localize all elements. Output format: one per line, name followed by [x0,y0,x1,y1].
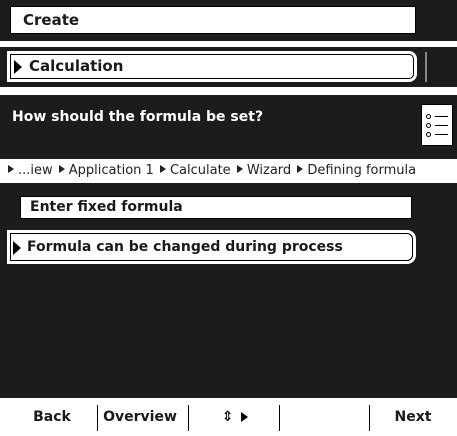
overview-button-label: Overview [103,409,177,425]
right-arrow-icon [241,412,249,422]
softkey-separator [369,405,370,431]
softkey-separator [188,405,189,431]
navigate-button[interactable]: ⇕ [200,398,270,436]
dialog-question: How should the formula be set? [12,109,264,125]
breadcrumb-item: Calculate [169,163,231,178]
breadcrumb-arrow-icon [8,165,14,173]
next-button[interactable]: Next [374,398,452,436]
breadcrumb-arrow-icon [297,165,304,173]
up-down-icon: ⇕ [221,409,234,425]
option-label: Enter fixed formula [30,199,183,215]
list-options-icon[interactable] [421,104,453,146]
breadcrumb: ...iew Application 1 Calculate Wizard De… [0,159,457,183]
option-label: Formula can be changed during process [27,239,343,255]
next-button-label: Next [394,409,432,425]
selection-arrow-icon [14,60,22,74]
menu-side-divider [425,52,457,82]
selection-arrow-icon [13,241,21,255]
softkey-separator [97,405,98,431]
option-formula-changeable[interactable]: Formula can be changed during process [7,230,416,264]
breadcrumb-item: Application 1 [68,163,154,178]
menu-bar-create: Create [0,0,457,41]
breadcrumb-item: Wizard [246,163,292,178]
breadcrumb-arrow-icon [58,165,65,173]
breadcrumb-arrow-icon [159,165,166,173]
overview-button[interactable]: Overview [99,398,181,436]
menu-item-create-label: Create [23,11,80,29]
back-button[interactable]: Back [18,398,86,436]
option-enter-fixed-formula[interactable]: Enter fixed formula [20,196,412,219]
wizard-dialog: How should the formula be set? ...iew Ap… [0,95,457,398]
empty-softkey [281,398,367,436]
breadcrumb-item: Defining formula [307,163,417,178]
menu-bar-calculation: Calculation [0,47,457,87]
menu-item-create[interactable]: Create [10,6,416,34]
back-button-label: Back [33,409,71,425]
softkey-bar: Back Overview ⇕ Next [0,398,457,436]
breadcrumb-arrow-icon [236,165,243,173]
breadcrumb-item: ...iew [18,163,53,178]
menu-item-calculation-label: Calculation [29,57,124,75]
softkey-separator [279,405,280,431]
menu-item-calculation[interactable]: Calculation [7,51,417,82]
